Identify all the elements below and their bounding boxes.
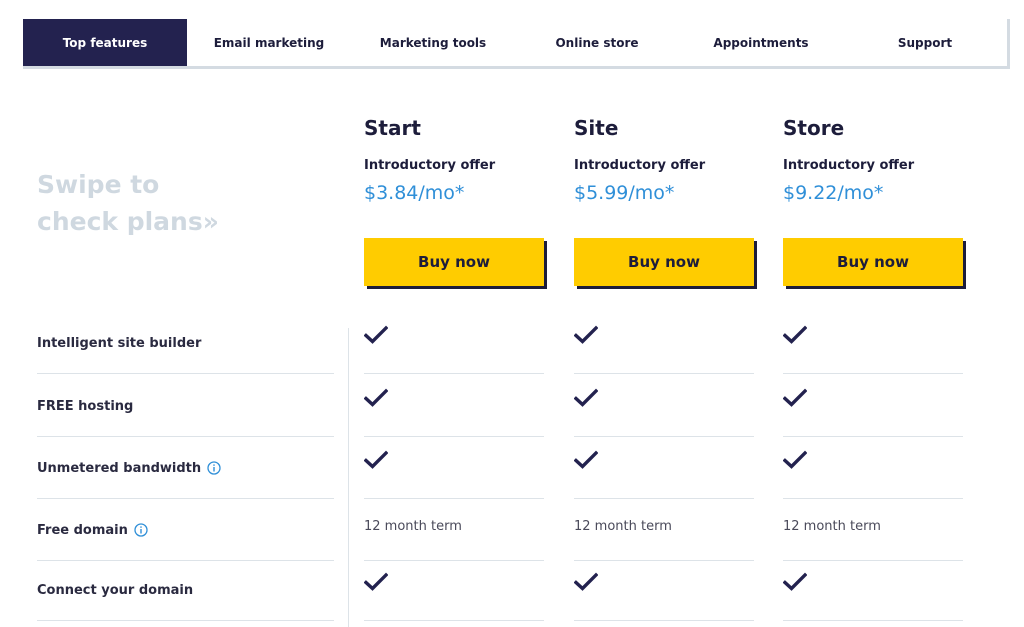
feature-label-text: Unmetered bandwidth (37, 460, 202, 476)
feature-cell (363, 304, 544, 366)
feature-row: Intelligent site builder (0, 312, 1024, 374)
feature-cell (573, 429, 754, 491)
buy-now-button-store[interactable]: Buy now (783, 238, 963, 286)
buy-now-button-start[interactable]: Buy now (364, 238, 544, 286)
tab-online-store[interactable]: Online store (515, 19, 679, 66)
plan-price: $5.99/mo* (574, 182, 675, 204)
feature-cell (782, 367, 963, 429)
feature-cell: 12 month term (574, 495, 754, 557)
row-divider (37, 620, 334, 621)
checkmark-icon (573, 572, 599, 592)
feature-label: Intelligent site builder (37, 312, 201, 374)
plan-intro: Introductory offer (783, 158, 915, 173)
plan-start: Start Introductory offer $3.84/mo* Buy n… (364, 116, 544, 286)
row-divider (37, 373, 334, 374)
checkmark-icon (573, 388, 599, 408)
row-divider (364, 620, 544, 621)
plan-price: $9.22/mo* (783, 182, 884, 204)
feature-cell (782, 429, 963, 491)
checkmark-icon (363, 325, 389, 345)
feature-label: Connect your domain (37, 559, 193, 621)
plan-site: Site Introductory offer $5.99/mo* Buy no… (574, 116, 754, 286)
checkmark-icon (573, 450, 599, 470)
feature-label-text: FREE hosting (37, 398, 134, 414)
feature-value: 12 month term (574, 518, 672, 534)
checkmark-icon (782, 325, 808, 345)
feature-label-text: Intelligent site builder (37, 335, 202, 351)
plan-name: Site (574, 116, 619, 140)
tab-top-features[interactable]: Top features (23, 19, 187, 66)
feature-cell (573, 551, 754, 613)
plan-name: Start (364, 116, 421, 140)
checkmark-icon (363, 450, 389, 470)
row-divider (574, 620, 754, 621)
tab-appointments[interactable]: Appointments (679, 19, 843, 66)
feature-cell: 12 month term (364, 495, 544, 557)
feature-row: Unmetered bandwidth (0, 437, 1024, 499)
feature-label-text: Free domain (37, 522, 128, 538)
checkmark-icon (782, 388, 808, 408)
checkmark-icon (782, 450, 808, 470)
info-icon[interactable] (207, 461, 221, 475)
checkmark-icon (573, 325, 599, 345)
row-divider (783, 620, 963, 621)
tab-marketing-tools[interactable]: Marketing tools (351, 19, 515, 66)
feature-cell (782, 551, 963, 613)
feature-tabs: Top features Email marketing Marketing t… (23, 19, 1007, 66)
feature-cell: 12 month term (783, 495, 963, 557)
feature-cell (782, 304, 963, 366)
tab-email-marketing[interactable]: Email marketing (187, 19, 351, 66)
plan-store: Store Introductory offer $9.22/mo* Buy n… (783, 116, 963, 286)
feature-value: 12 month term (783, 518, 881, 534)
feature-cell (573, 304, 754, 366)
plan-price: $3.84/mo* (364, 182, 465, 204)
feature-label: FREE hosting (37, 375, 133, 437)
checkmark-icon (363, 388, 389, 408)
plan-intro: Introductory offer (574, 158, 706, 173)
feature-value: 12 month term (364, 518, 462, 534)
feature-row: FREE hosting (0, 375, 1024, 437)
swipe-hint: Swipe to check plans» (37, 170, 219, 236)
buy-now-button-site[interactable]: Buy now (574, 238, 754, 286)
feature-cell (363, 367, 544, 429)
plan-intro: Introductory offer (364, 158, 496, 173)
feature-label: Free domain (37, 499, 148, 561)
plan-name: Store (783, 116, 845, 140)
info-icon[interactable] (134, 523, 148, 537)
feature-cell (573, 367, 754, 429)
feature-label-text: Connect your domain (37, 582, 194, 598)
feature-label: Unmetered bandwidth (37, 437, 221, 499)
checkmark-icon (782, 572, 808, 592)
feature-row: Connect your domain (0, 559, 1024, 621)
feature-cell (363, 429, 544, 491)
tab-support[interactable]: Support (843, 19, 1007, 66)
checkmark-icon (363, 572, 389, 592)
feature-cell (363, 551, 544, 613)
